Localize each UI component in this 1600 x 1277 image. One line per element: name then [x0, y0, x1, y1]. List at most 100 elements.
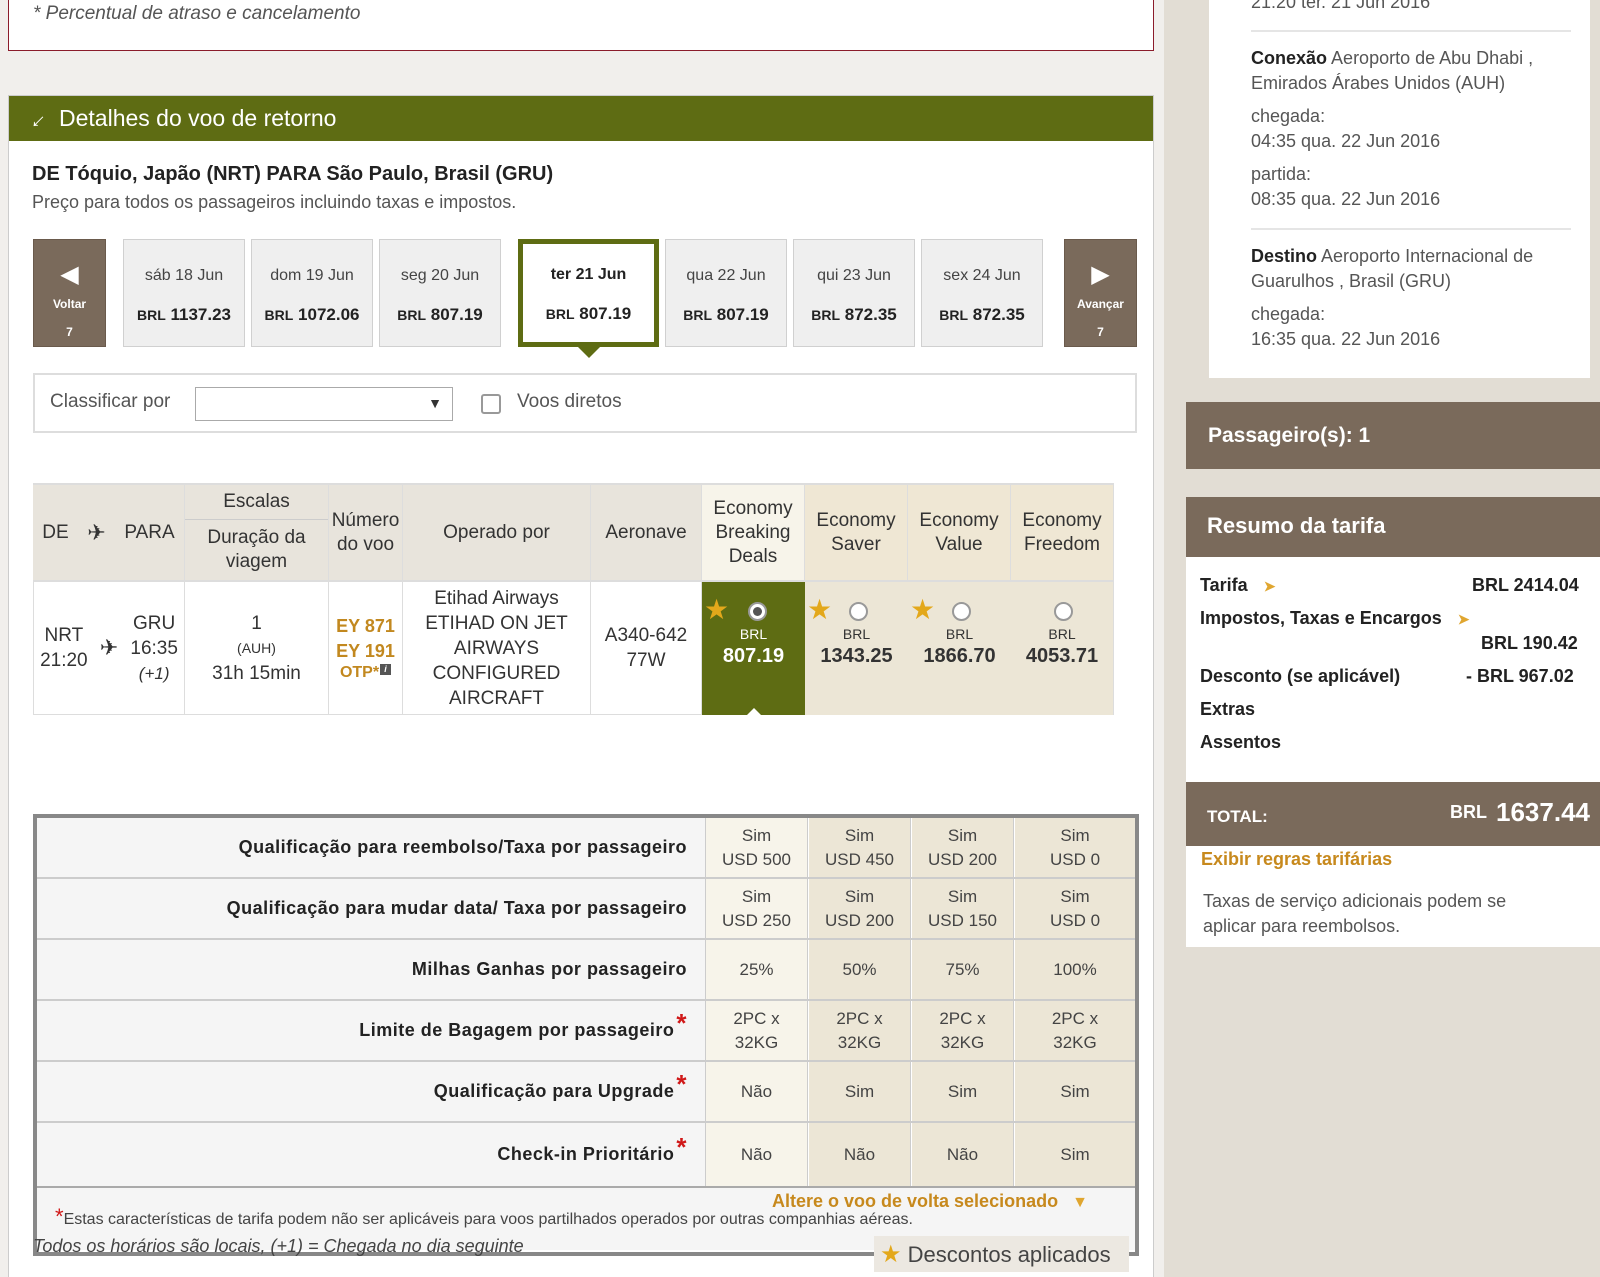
next-day-mark: (+1)	[138, 663, 170, 683]
aircraft: A340-642 77W	[591, 582, 702, 715]
date-strip: ◀ Voltar 7 sáb 18 Jun BRL 1137.23 dom 19…	[33, 239, 1137, 358]
fare-option[interactable]: ★ BRL 1866.70	[908, 582, 1011, 715]
total-amount: 1637.44	[1496, 797, 1590, 827]
header-fare: Economy Freedom	[1011, 483, 1114, 582]
times-note: Todos os horários são locais, (+1) = Che…	[33, 1236, 524, 1256]
flight-row: NRT 21:20 ✈ GRU 16:35 (+1) 1 (AUH) 31h 1…	[33, 582, 1139, 717]
header-numero: Número do voo	[329, 483, 403, 582]
impostos-value: BRL 190.42	[1481, 633, 1578, 653]
route-times: NRT 21:20 ✈ GRU 16:35 (+1)	[33, 582, 185, 715]
departure-time: 21:20 ter. 21 Jun 2016	[1251, 0, 1431, 12]
next-count: 7	[1097, 325, 1104, 339]
prev-dates-button[interactable]: ◀ Voltar 7	[33, 239, 106, 347]
desconto-label: Desconto (se aplicável)	[1200, 666, 1401, 686]
sort-label: Classificar por	[50, 391, 171, 412]
next-label: Avançar	[1077, 297, 1124, 311]
duration: 31h 15min	[212, 662, 301, 684]
date-label: sáb 18 Jun	[144, 267, 224, 284]
otp-link[interactable]: OTP* i	[340, 664, 392, 682]
route-title: DE Tóquio, Japão (NRT) PARA São Paulo, B…	[32, 163, 554, 185]
fare-option[interactable]: BRL 4053.71	[1011, 582, 1114, 715]
required-asterisk: *	[676, 1008, 687, 1038]
from-time: 21:20	[40, 650, 88, 671]
tarifa-value: BRL 2414.04	[1472, 575, 1579, 595]
next-dates-button[interactable]: ▶ Avançar 7	[1064, 239, 1137, 347]
desconto-value: - BRL 967.02	[1466, 666, 1574, 686]
fare-option[interactable]: ★ BRL 1343.25	[805, 582, 908, 715]
required-asterisk: *	[676, 1132, 687, 1162]
fare-details-panel: Qualificação para reembolso/Taxa por pas…	[33, 814, 1139, 1256]
sort-bar: Classificar por ▼ Voos diretos	[33, 373, 1137, 433]
date-option[interactable]: sáb 18 Jun BRL 1137.23	[123, 239, 245, 347]
stops-cell: 1 (AUH) 31h 15min	[185, 582, 329, 715]
sort-select[interactable]: ▼	[195, 387, 453, 421]
required-asterisk: *	[55, 1204, 64, 1229]
itinerary-card: 21:20 ter. 21 Jun 2016 Conexão Aeroporto…	[1209, 0, 1590, 378]
change-return-flight-link[interactable]: Altere o voo de volta selecionado ▼	[772, 1191, 1088, 1212]
date-option-selected[interactable]: ter 21 Jun BRL 807.19	[518, 239, 659, 358]
connection-departure: 08:35 qua. 22 Jun 2016	[1251, 189, 1441, 209]
detail-row: Qualificação para reembolso/Taxa por pas…	[37, 818, 1135, 879]
sidebar: 21:20 ter. 21 Jun 2016 Conexão Aeroporto…	[1164, 0, 1600, 1277]
date-label: seg 20 Jun	[400, 267, 480, 284]
flight-number[interactable]: EY 191	[336, 639, 395, 664]
flight-number[interactable]: EY 871	[336, 614, 395, 639]
header-fare: Economy Breaking Deals	[702, 483, 805, 582]
date-label: dom 19 Jun	[270, 267, 354, 284]
header-aeronave: Aeronave	[591, 483, 702, 582]
section-header: ← Detalhes do voo de retorno	[9, 96, 1153, 141]
prev-count: 7	[66, 325, 73, 339]
total-label: TOTAL:	[1207, 807, 1268, 826]
detail-label: Check-in Prioritário *	[37, 1123, 706, 1186]
flight-numbers: EY 871 EY 191 OTP* i	[329, 582, 403, 715]
date-option[interactable]: qua 22 Jun BRL 807.19	[665, 239, 787, 347]
fare-price: 1343.25	[820, 645, 893, 667]
price-note: Preço para todos os passageiros incluind…	[32, 192, 517, 212]
date-price: BRL 807.19	[397, 305, 483, 324]
plane-icon: ✈	[87, 519, 106, 545]
discounts-applied-badge: ★ Descontos aplicados	[874, 1236, 1129, 1272]
date-price: BRL 1072.06	[264, 305, 360, 324]
date-price: BRL 872.35	[811, 305, 897, 324]
extras-label: Extras	[1200, 699, 1256, 719]
operator: Etihad Airways ETIHAD ON JET AIRWAYS CON…	[403, 582, 591, 715]
star-icon: ★	[807, 594, 833, 625]
detail-label: Qualificação para reembolso/Taxa por pas…	[37, 818, 706, 877]
chevron-down-icon: ▼	[1072, 1194, 1088, 1211]
date-label: ter 21 Jun	[550, 266, 627, 283]
date-label: sex 24 Jun	[943, 267, 1021, 284]
fare-option-selected[interactable]: ★ BRL 807.19	[702, 582, 805, 717]
date-option[interactable]: seg 20 Jun BRL 807.19	[379, 239, 501, 347]
table-header: DE ✈ PARA Escalas Duração da viagem Núme…	[33, 483, 1139, 582]
fare-radio[interactable]	[1054, 602, 1073, 621]
date-price: BRL 807.19	[545, 304, 632, 323]
fare-price: 4053.71	[1025, 645, 1099, 667]
fare-radio[interactable]	[951, 602, 971, 621]
fare-price: 1866.70	[923, 645, 996, 667]
fare-rules-link[interactable]: Exibir regras tarifárias	[1201, 849, 1392, 870]
impostos-label[interactable]: Impostos, Taxas e Encargos ➤	[1200, 608, 1470, 629]
prev-label: Voltar	[52, 297, 87, 311]
direct-flights-checkbox[interactable]	[481, 394, 501, 414]
plane-icon: ✈	[99, 635, 119, 660]
destination-arrival: 16:35 qua. 22 Jun 2016	[1251, 329, 1441, 349]
detail-row: Milhas Ganhas por passageiro 25% 50% 75%…	[37, 940, 1135, 1001]
departure-label: partida:	[1251, 164, 1312, 184]
fare-radio[interactable]	[747, 602, 767, 621]
date-price: BRL 872.35	[939, 305, 1025, 324]
total-currency: BRL	[1450, 802, 1487, 822]
tarifa-label[interactable]: Tarifa ➤	[1200, 575, 1275, 596]
header-de-para: DE ✈ PARA	[33, 483, 185, 582]
date-price: BRL 1137.23	[136, 305, 232, 324]
header-escalas: Escalas Duração da viagem	[185, 483, 329, 582]
to-code: GRU	[133, 612, 176, 634]
date-option[interactable]: sex 24 Jun BRL 872.35	[921, 239, 1043, 347]
required-asterisk: *	[676, 1069, 687, 1099]
fare-radio[interactable]	[848, 602, 868, 621]
date-option[interactable]: dom 19 Jun BRL 1072.06	[251, 239, 373, 347]
service-fee-note: Taxas de serviço adicionais podem se apl…	[1203, 891, 1507, 936]
date-option[interactable]: qui 23 Jun BRL 872.35	[793, 239, 915, 347]
return-arrow-icon: ←	[19, 101, 53, 135]
header-fare: Economy Saver	[805, 483, 908, 582]
arrow-right-icon: ➤	[1457, 611, 1470, 627]
